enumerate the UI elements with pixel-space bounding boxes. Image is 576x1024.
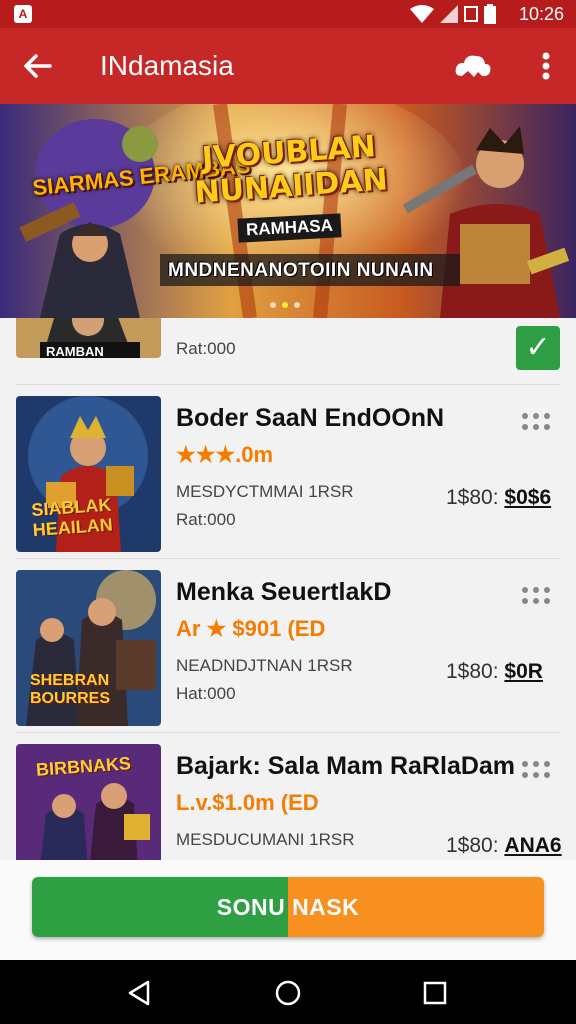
status-bar: A 10:26 xyxy=(0,0,576,28)
item-rate: Hat:000 xyxy=(176,684,236,703)
selected-checkbox[interactable]: ✓ xyxy=(516,326,560,370)
item-meta: MESDUCUMANI 1RSR xyxy=(176,830,355,849)
item-name[interactable]: Bajark: Sala Mam RaRlaDam xyxy=(176,752,515,781)
status-icons xyxy=(410,4,496,24)
price-prefix: 1$80: xyxy=(446,660,499,683)
list-item[interactable]: BIRBNAKS Bajark: Sala Mam RaRlaDam L.v.$… xyxy=(0,744,576,860)
price-value: $0$6 xyxy=(504,486,552,509)
item-rating: Ar ★ $901 (ED xyxy=(176,616,326,641)
nav-home-icon[interactable] xyxy=(273,978,303,1008)
thumbnail-caption: SHEBRAN BOURRES xyxy=(30,672,111,707)
price-prefix: 1$80: xyxy=(446,834,499,857)
item-price: 1$80: ANA6 xyxy=(446,834,562,858)
item-meta: NEADNDJTNAN 1RSR xyxy=(176,656,353,675)
item-menu-icon[interactable] xyxy=(520,586,552,606)
primary-action-button[interactable]: SONU NASK xyxy=(32,877,544,937)
carousel-indicator xyxy=(270,302,300,308)
clock: 10:26 xyxy=(518,4,564,24)
carousel-dot[interactable] xyxy=(294,302,300,308)
back-arrow-icon[interactable] xyxy=(20,48,56,84)
item-menu-icon[interactable] xyxy=(520,760,552,780)
nav-recents-icon[interactable] xyxy=(420,978,450,1008)
game-thumbnail: RAMBAN xyxy=(16,318,161,358)
game-thumbnail: SIABLAK HEAILAN xyxy=(16,396,161,552)
list-item[interactable]: SHEBRAN BOURRES Menka SeuertlakD Ar ★ $9… xyxy=(0,570,576,742)
page-title: INdamasia xyxy=(100,50,234,81)
game-list: RAMBAN Rat:000 ✓ SIABLAK HEAILAN Boder S… xyxy=(0,318,576,860)
thumbnail-caption: SIABLAK HEAILAN xyxy=(30,494,114,541)
item-name[interactable]: Menka SeuertlakD xyxy=(176,578,391,607)
item-menu-icon[interactable] xyxy=(520,412,552,432)
game-thumbnail: SHEBRAN BOURRES xyxy=(16,570,161,726)
wifi-icon xyxy=(410,5,434,23)
carousel-dot-active[interactable] xyxy=(282,302,288,308)
item-rate: Rat:000 xyxy=(176,339,236,358)
app-bar: INdamasia xyxy=(0,28,576,104)
promo-banner[interactable]: SIARMAS ERAMBAS JVOUBLAN NUNAIIDAN RAMHA… xyxy=(0,104,576,318)
item-rate: Rat:000 xyxy=(176,510,236,529)
price-prefix: 1$80: xyxy=(446,486,499,509)
thumbnail-caption: RAMBAN xyxy=(46,344,104,358)
game-thumbnail: BIRBNAKS xyxy=(16,744,161,860)
divider xyxy=(16,384,560,385)
more-options-icon[interactable] xyxy=(540,50,552,82)
list-item[interactable]: RAMBAN Rat:000 ✓ xyxy=(0,318,576,374)
signal-icon xyxy=(440,5,458,23)
item-name[interactable]: Boder SaaN EndOOnN xyxy=(176,404,444,433)
price-value: $0R xyxy=(504,660,543,683)
list-item[interactable]: SIABLAK HEAILAN Boder SaaN EndOOnN ★★★.0… xyxy=(0,396,576,568)
notification-icon xyxy=(464,6,478,22)
carousel-dot[interactable] xyxy=(270,302,276,308)
item-price: 1$80: $0$6 xyxy=(446,486,551,510)
app-notification-icon: A xyxy=(14,5,32,23)
item-rating: L.v.$1.0m (ED xyxy=(176,790,319,815)
item-price: 1$80: $0R xyxy=(446,660,543,684)
share-cloud-icon[interactable] xyxy=(454,50,492,82)
item-meta: MESDYCTMMAI 1RSR xyxy=(176,482,354,501)
item-rating: ★★★.0m xyxy=(176,442,274,467)
primary-action-label: SONU NASK xyxy=(216,894,360,920)
price-value: ANA6 xyxy=(504,834,562,857)
divider xyxy=(16,558,560,559)
system-nav-bar xyxy=(0,960,576,1024)
battery-icon xyxy=(484,4,496,24)
nav-back-icon[interactable] xyxy=(124,978,154,1008)
banner-strip-text: MNDNENANOTOIIN NUNAIN xyxy=(168,260,434,281)
divider xyxy=(16,732,560,733)
